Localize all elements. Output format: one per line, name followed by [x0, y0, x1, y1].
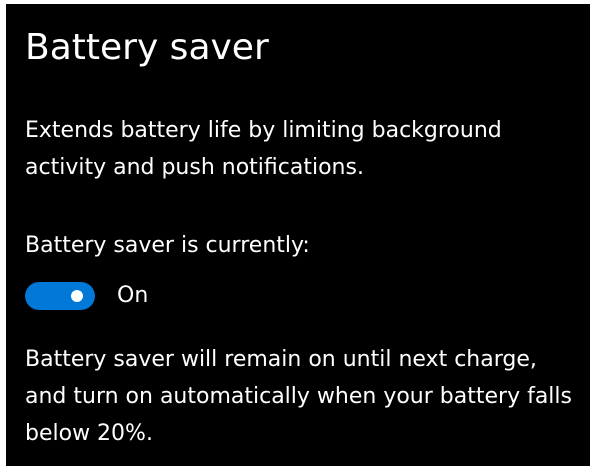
battery-saver-toggle-row: On — [25, 280, 148, 312]
page-title: Battery saver — [25, 27, 269, 68]
toggle-state-label: On — [117, 283, 149, 308]
description-text: Extends battery life by limiting backgro… — [25, 118, 502, 180]
battery-saver-toggle[interactable] — [25, 282, 95, 310]
status-label: Battery saver is currently: — [25, 233, 310, 258]
footer-info-text: Battery saver will remain on until next … — [25, 347, 572, 446]
toggle-knob — [71, 290, 83, 302]
battery-saver-panel: Battery saver Extends battery life by li… — [6, 4, 590, 466]
